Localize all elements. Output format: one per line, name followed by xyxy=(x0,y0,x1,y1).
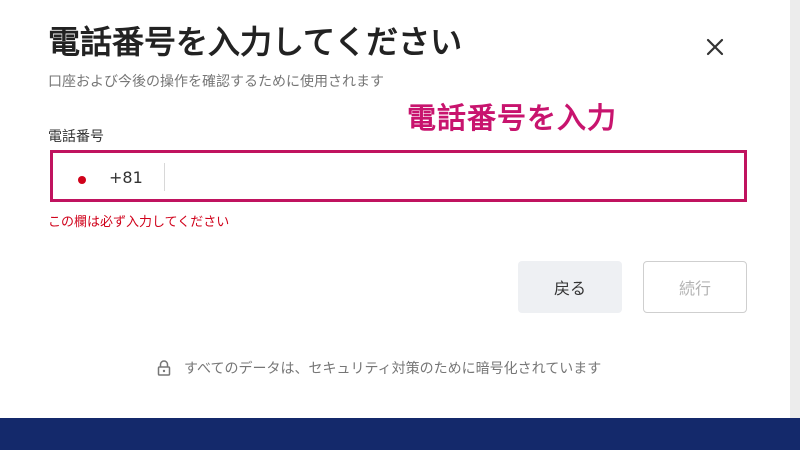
bottom-bar xyxy=(0,418,800,450)
security-text: すべてのデータは、セキュリティ対策のために暗号化されています xyxy=(184,361,602,377)
field-error-message: この欄は必ず入力してください xyxy=(48,215,230,230)
dialog-subtitle: 口座および今後の操作を確認するために使用されます xyxy=(48,74,384,90)
country-flag-icon[interactable] xyxy=(78,176,86,184)
dial-code[interactable]: +81 xyxy=(109,168,143,187)
input-divider xyxy=(164,163,165,191)
phone-field-label: 電話番号 xyxy=(48,129,104,145)
window-edge xyxy=(790,0,800,418)
security-notice: すべてのデータは、セキュリティ対策のために暗号化されています xyxy=(157,358,601,378)
back-button[interactable]: 戻る xyxy=(518,261,622,313)
lock-icon xyxy=(157,360,171,376)
continue-button[interactable]: 続行 xyxy=(643,261,747,313)
close-icon xyxy=(706,38,724,56)
phone-input-group: +81 xyxy=(50,150,747,202)
annotation-label: 電話番号を入力 xyxy=(407,101,618,135)
phone-number-input[interactable] xyxy=(167,159,737,195)
close-button[interactable] xyxy=(698,30,732,64)
phone-dialog: 電話番号を入力してください 口座および今後の操作を確認するために使用されます 電… xyxy=(0,0,790,418)
dialog-title: 電話番号を入力してください xyxy=(48,23,463,61)
